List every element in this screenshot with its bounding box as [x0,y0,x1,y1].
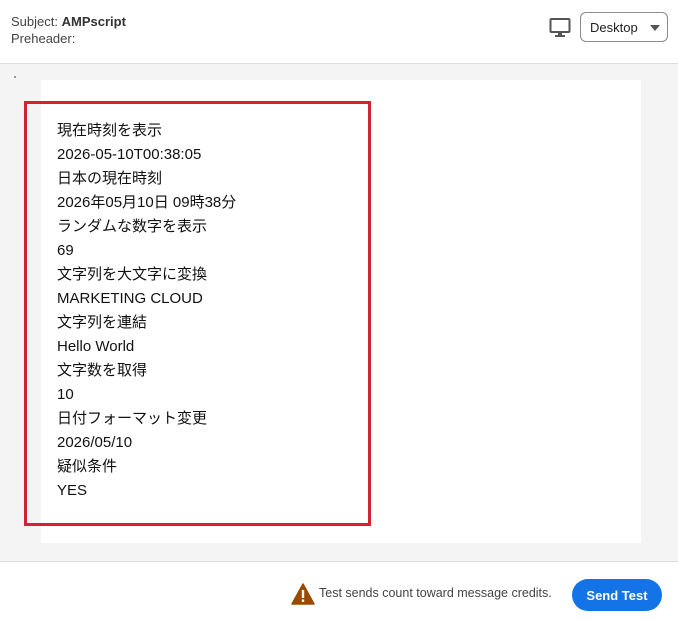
warning-text: Test sends count toward message credits. [319,586,552,600]
subject-line: Subject: AMPscript [11,13,126,30]
content-line: 日付フォーマット変更 [57,410,208,427]
device-select[interactable]: Desktop [580,12,668,42]
device-select-value: Desktop [590,20,638,35]
send-test-button[interactable]: Send Test [572,579,662,611]
preheader-label: Preheader: [11,31,76,46]
subject-label: Subject: [11,14,58,29]
desktop-monitor-icon[interactable] [549,17,571,39]
message-meta: Subject: AMPscript Preheader: [11,13,126,47]
content-line: 2026-05-10T00:38:05 [57,146,202,163]
preview-footer: Test sends count toward message credits.… [0,561,678,620]
preheader-line: Preheader: [11,30,126,47]
preview-header: Subject: AMPscript Preheader: Desktop [0,0,678,64]
content-line: 現在時刻を表示 [57,122,163,139]
content-line: 文字数を取得 [57,362,148,379]
content-line: YES [57,482,88,499]
content-line: Hello World [57,338,135,355]
content-line: 疑似条件 [57,458,118,475]
content-line: MARKETING CLOUD [57,290,203,307]
content-line: 2026年05月10日 09時38分 [57,194,237,211]
content-line: 日本の現在時刻 [57,170,163,187]
content-line: 文字列を連結 [57,314,148,331]
chevron-down-icon [650,25,660,31]
content-line: 文字列を大文字に変換 [57,266,208,283]
content-line: 69 [57,242,74,259]
content-line: 2026/05/10 [57,434,133,451]
subject-value: AMPscript [61,14,126,29]
email-content-lines: 現在時刻を表示 2026-05-10T00:38:05 日本の現在時刻 2026… [57,119,236,503]
decorative-dot [14,76,16,78]
warning-triangle-icon [291,583,315,605]
content-line: 10 [57,386,74,403]
content-line: ランダムな数字を表示 [57,218,208,235]
